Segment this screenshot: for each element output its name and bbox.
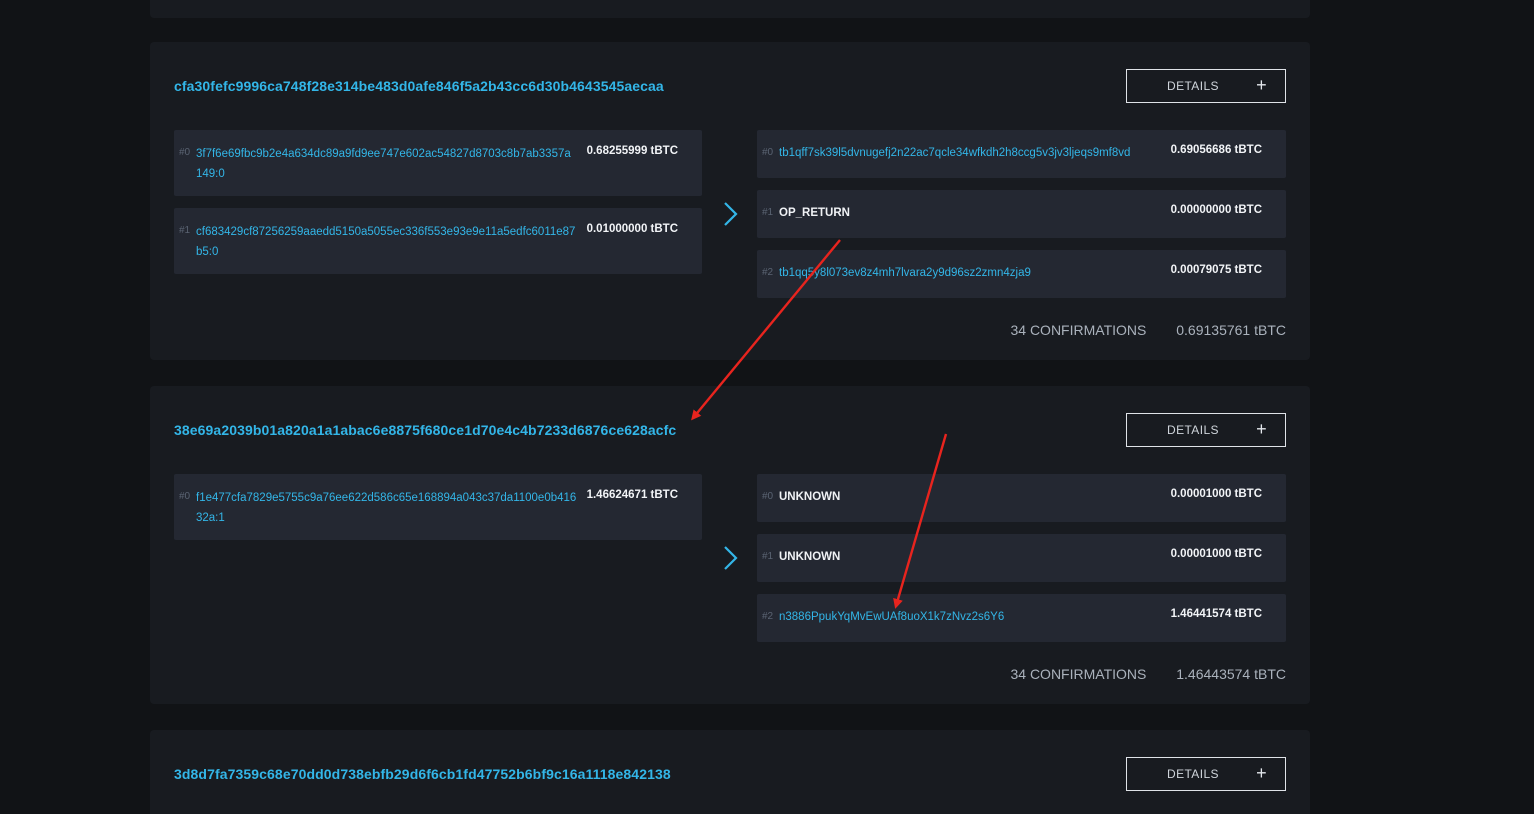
output-index: #0 bbox=[762, 491, 774, 502]
output-index: #1 bbox=[762, 207, 774, 218]
transaction-id-link[interactable]: 3d8d7fa7359c68e70dd0d738ebfb29d6f6cb1fd4… bbox=[174, 766, 671, 782]
output-amount: 0.00079075 tBTC bbox=[1170, 264, 1262, 276]
output-amount: 0.00000000 tBTC bbox=[1170, 204, 1262, 216]
details-button-label: DETAILS bbox=[1167, 767, 1219, 781]
transaction-card: 38e69a2039b01a820a1a1abac6e8875f680ce1d7… bbox=[150, 386, 1310, 704]
output-script-type: OP_RETURN bbox=[779, 207, 850, 219]
details-button-label: DETAILS bbox=[1167, 423, 1219, 437]
plus-icon: + bbox=[1256, 419, 1267, 439]
input-index: #0 bbox=[179, 491, 191, 502]
transaction-list: cfa30fefc9996ca748f28e314be483d0afe846f5… bbox=[0, 0, 1534, 814]
details-button-label: DETAILS bbox=[1167, 79, 1219, 93]
previous-transaction-card bbox=[150, 0, 1310, 18]
output-row: #2 n3886PpukYqMvEwUAf8uoX1k7zNvz2s6Y6 1.… bbox=[757, 594, 1286, 642]
input-amount: 1.46624671 tBTC bbox=[586, 489, 678, 501]
input-outpoint-link[interactable]: 3f7f6e69fbc9b2e4a634dc89a9fd9ee747e602ac… bbox=[196, 144, 577, 184]
output-script-type: UNKNOWN bbox=[779, 491, 841, 503]
details-button[interactable]: DETAILS + bbox=[1126, 757, 1286, 791]
output-row: #2 tb1qq5y8l073ev8z4mh7lvara2y9d96sz2zmn… bbox=[757, 250, 1286, 298]
transaction-outputs: #0 UNKNOWN 0.00001000 tBTC #1 UNKNOWN 0.… bbox=[757, 474, 1286, 654]
output-index: #2 bbox=[762, 267, 774, 278]
output-index: #0 bbox=[762, 147, 774, 158]
transaction-inputs: #0 f1e477cfa7829e5755c9a76ee622d586c65e1… bbox=[174, 474, 702, 552]
output-address-link[interactable]: n3886PpukYqMvEwUAf8uoX1k7zNvz2s6Y6 bbox=[779, 607, 1161, 627]
input-outpoint-link[interactable]: cf683429cf87256259aaedd5150a5055ec336f55… bbox=[196, 222, 577, 262]
transaction-footer: 34 CONFIRMATIONS 0.69135761 tBTC bbox=[1010, 322, 1286, 338]
output-row: #1 OP_RETURN 0.00000000 tBTC bbox=[757, 190, 1286, 238]
transaction-footer: 34 CONFIRMATIONS 1.46443574 tBTC bbox=[1010, 666, 1286, 682]
plus-icon: + bbox=[1256, 763, 1267, 783]
chevron-right-icon bbox=[724, 546, 738, 570]
output-index: #1 bbox=[762, 551, 774, 562]
output-address-link[interactable]: tb1qq5y8l073ev8z4mh7lvara2y9d96sz2zmn4zj… bbox=[779, 263, 1161, 283]
confirmations-count: 34 CONFIRMATIONS bbox=[1010, 666, 1147, 682]
details-button[interactable]: DETAILS + bbox=[1126, 413, 1286, 447]
input-outpoint-link[interactable]: f1e477cfa7829e5755c9a76ee622d586c65e1688… bbox=[196, 488, 577, 528]
transaction-total: 1.46443574 tBTC bbox=[1176, 666, 1286, 682]
confirmations-count: 34 CONFIRMATIONS bbox=[1010, 322, 1147, 338]
output-amount: 0.69056686 tBTC bbox=[1170, 144, 1262, 156]
transaction-inputs: #0 3f7f6e69fbc9b2e4a634dc89a9fd9ee747e60… bbox=[174, 130, 702, 286]
transaction-outputs: #0 tb1qff7sk39l5dvnugefj2n22ac7qcle34wfk… bbox=[757, 130, 1286, 310]
chevron-right-icon bbox=[724, 202, 738, 226]
input-row: #0 f1e477cfa7829e5755c9a76ee622d586c65e1… bbox=[174, 474, 702, 540]
input-row: #1 cf683429cf87256259aaedd5150a5055ec336… bbox=[174, 208, 702, 274]
input-row: #0 3f7f6e69fbc9b2e4a634dc89a9fd9ee747e60… bbox=[174, 130, 702, 196]
plus-icon: + bbox=[1256, 75, 1267, 95]
input-index: #0 bbox=[179, 147, 191, 158]
output-amount: 0.00001000 tBTC bbox=[1170, 548, 1262, 560]
input-index: #1 bbox=[179, 225, 191, 236]
output-row: #1 UNKNOWN 0.00001000 tBTC bbox=[757, 534, 1286, 582]
transaction-card: 3d8d7fa7359c68e70dd0d738ebfb29d6f6cb1fd4… bbox=[150, 730, 1310, 814]
details-button[interactable]: DETAILS + bbox=[1126, 69, 1286, 103]
output-row: #0 tb1qff7sk39l5dvnugefj2n22ac7qcle34wfk… bbox=[757, 130, 1286, 178]
transaction-id-link[interactable]: cfa30fefc9996ca748f28e314be483d0afe846f5… bbox=[174, 78, 664, 94]
output-index: #2 bbox=[762, 611, 774, 622]
output-script-type: UNKNOWN bbox=[779, 551, 841, 563]
input-amount: 0.01000000 tBTC bbox=[586, 223, 678, 235]
output-address-link[interactable]: tb1qff7sk39l5dvnugefj2n22ac7qcle34wfkdh2… bbox=[779, 143, 1161, 163]
output-row: #0 UNKNOWN 0.00001000 tBTC bbox=[757, 474, 1286, 522]
input-amount: 0.68255999 tBTC bbox=[586, 145, 678, 157]
output-amount: 0.00001000 tBTC bbox=[1170, 488, 1262, 500]
transaction-id-link[interactable]: 38e69a2039b01a820a1a1abac6e8875f680ce1d7… bbox=[174, 422, 676, 438]
output-amount: 1.46441574 tBTC bbox=[1170, 608, 1262, 620]
transaction-total: 0.69135761 tBTC bbox=[1176, 322, 1286, 338]
transaction-card: cfa30fefc9996ca748f28e314be483d0afe846f5… bbox=[150, 42, 1310, 360]
